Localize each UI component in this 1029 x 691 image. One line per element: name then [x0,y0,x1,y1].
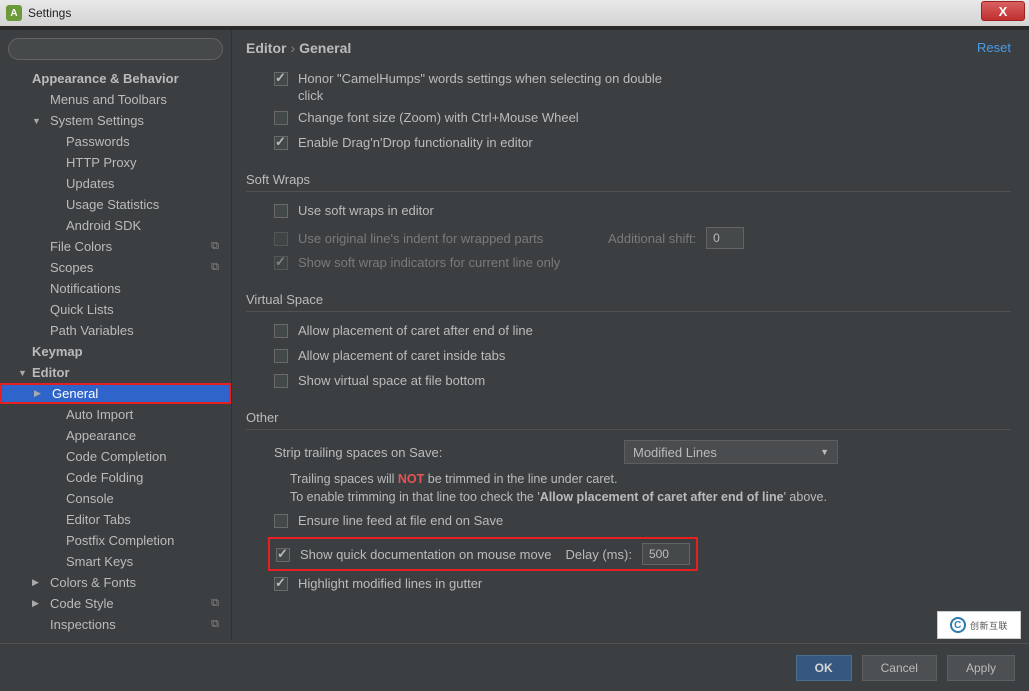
tree-usage-statistics[interactable]: Usage Statistics [0,194,231,215]
tree-scopes[interactable]: Scopes⧉ [0,257,231,278]
tree-updates[interactable]: Updates [0,173,231,194]
label-quickdoc: Show quick documentation on mouse move [300,546,551,563]
tree-console[interactable]: Console [0,488,231,509]
project-icon: ⧉ [211,261,219,274]
search-input[interactable] [8,38,223,60]
chevron-down-icon: ▼ [820,447,829,457]
watermark: C创新互联 [937,611,1021,639]
ok-button[interactable]: OK [796,655,852,681]
settings-tree: Appearance & Behavior Menus and Toolbars… [0,66,231,640]
section-other: Other [246,410,1011,425]
section-virtual-space: Virtual Space [246,292,1011,307]
tree-android-sdk[interactable]: Android SDK [0,215,231,236]
label-zoom: Change font size (Zoom) with Ctrl+Mouse … [298,109,579,126]
tree-passwords[interactable]: Passwords [0,131,231,152]
label-caret-tabs: Allow placement of caret inside tabs [298,347,505,364]
chevron-down-icon: ▼ [18,368,27,378]
label-dnd: Enable Drag'n'Drop functionality in edit… [298,134,533,151]
label-highlight-gutter: Highlight modified lines in gutter [298,575,482,592]
label-softwraps: Use soft wraps in editor [298,202,434,219]
reset-link[interactable]: Reset [977,40,1011,55]
tree-code-folding[interactable]: Code Folding [0,467,231,488]
apply-button[interactable]: Apply [947,655,1015,681]
chevron-right-icon: ▶ [34,388,41,399]
project-icon: ⧉ [211,618,219,631]
tree-postfix-completion[interactable]: Postfix Completion [0,530,231,551]
label-strip: Strip trailing spaces on Save: [274,444,624,461]
tree-quick-lists[interactable]: Quick Lists [0,299,231,320]
content-panel: Editor›General Reset Honor "CamelHumps" … [232,30,1029,640]
section-soft-wraps: Soft Wraps [246,172,1011,187]
tree-notifications[interactable]: Notifications [0,278,231,299]
tree-editor[interactable]: ▼Editor [0,362,231,383]
tree-appearance-behavior[interactable]: Appearance & Behavior [0,68,231,89]
checkbox-linefeed[interactable] [274,514,288,528]
tree-general[interactable]: ▶General [0,383,231,404]
select-strip-spaces[interactable]: Modified Lines▼ [624,440,838,464]
label-origindent: Use original line's indent for wrapped p… [298,230,578,247]
tree-inspections[interactable]: Inspections⧉ [0,614,231,635]
input-delay[interactable] [642,543,690,565]
checkbox-vspace-bottom[interactable] [274,374,288,388]
project-icon: ⧉ [211,597,219,610]
titlebar: A Settings X [0,0,1029,26]
tree-code-completion[interactable]: Code Completion [0,446,231,467]
checkbox-zoom[interactable] [274,111,288,125]
chevron-right-icon: ▶ [32,577,39,588]
note-enable-trim: To enable trimming in that line too chec… [290,488,1011,506]
highlight-quickdoc: Show quick documentation on mouse move D… [268,537,698,571]
tree-auto-import[interactable]: Auto Import [0,404,231,425]
tree-path-variables[interactable]: Path Variables [0,320,231,341]
tree-file-colors[interactable]: File Colors⧉ [0,236,231,257]
sidebar: Appearance & Behavior Menus and Toolbars… [0,30,232,640]
label-addshift: Additional shift: [608,230,696,247]
tree-code-style[interactable]: ▶Code Style⧉ [0,593,231,614]
label-delay: Delay (ms): [565,546,631,563]
checkbox-quickdoc[interactable] [276,548,290,562]
tree-menus-toolbars[interactable]: Menus and Toolbars [0,89,231,110]
checkbox-indicators [274,256,288,270]
app-icon: A [6,5,22,21]
close-button[interactable]: X [981,1,1025,21]
note-trailing: Trailing spaces will NOT be trimmed in t… [290,470,1011,488]
checkbox-dnd[interactable] [274,136,288,150]
label-vspace-bottom: Show virtual space at file bottom [298,372,485,389]
label-camelhumps: Honor "CamelHumps" words settings when s… [298,70,678,104]
checkbox-caret-eol[interactable] [274,324,288,338]
checkbox-highlight-gutter[interactable] [274,577,288,591]
label-caret-eol: Allow placement of caret after end of li… [298,322,533,339]
chevron-right-icon: ▶ [32,598,39,609]
checkbox-camelhumps[interactable] [274,72,288,86]
tree-colors-fonts[interactable]: ▶Colors & Fonts [0,572,231,593]
project-icon: ⧉ [211,240,219,253]
checkbox-origindent [274,232,288,246]
checkbox-softwraps[interactable] [274,204,288,218]
tree-editor-tabs[interactable]: Editor Tabs [0,509,231,530]
checkbox-caret-tabs[interactable] [274,349,288,363]
label-linefeed: Ensure line feed at file end on Save [298,512,503,529]
input-additional-shift[interactable] [706,227,744,249]
tree-http-proxy[interactable]: HTTP Proxy [0,152,231,173]
tree-appearance[interactable]: Appearance [0,425,231,446]
label-indicators: Show soft wrap indicators for current li… [298,254,560,271]
footer: OK Cancel Apply [0,643,1029,691]
tree-smart-keys[interactable]: Smart Keys [0,551,231,572]
window-title: Settings [28,6,71,20]
chevron-down-icon: ▼ [32,116,41,126]
tree-system-settings[interactable]: ▼System Settings [0,110,231,131]
breadcrumb: Editor›General [246,40,1011,56]
cancel-button[interactable]: Cancel [862,655,937,681]
tree-keymap[interactable]: Keymap [0,341,231,362]
